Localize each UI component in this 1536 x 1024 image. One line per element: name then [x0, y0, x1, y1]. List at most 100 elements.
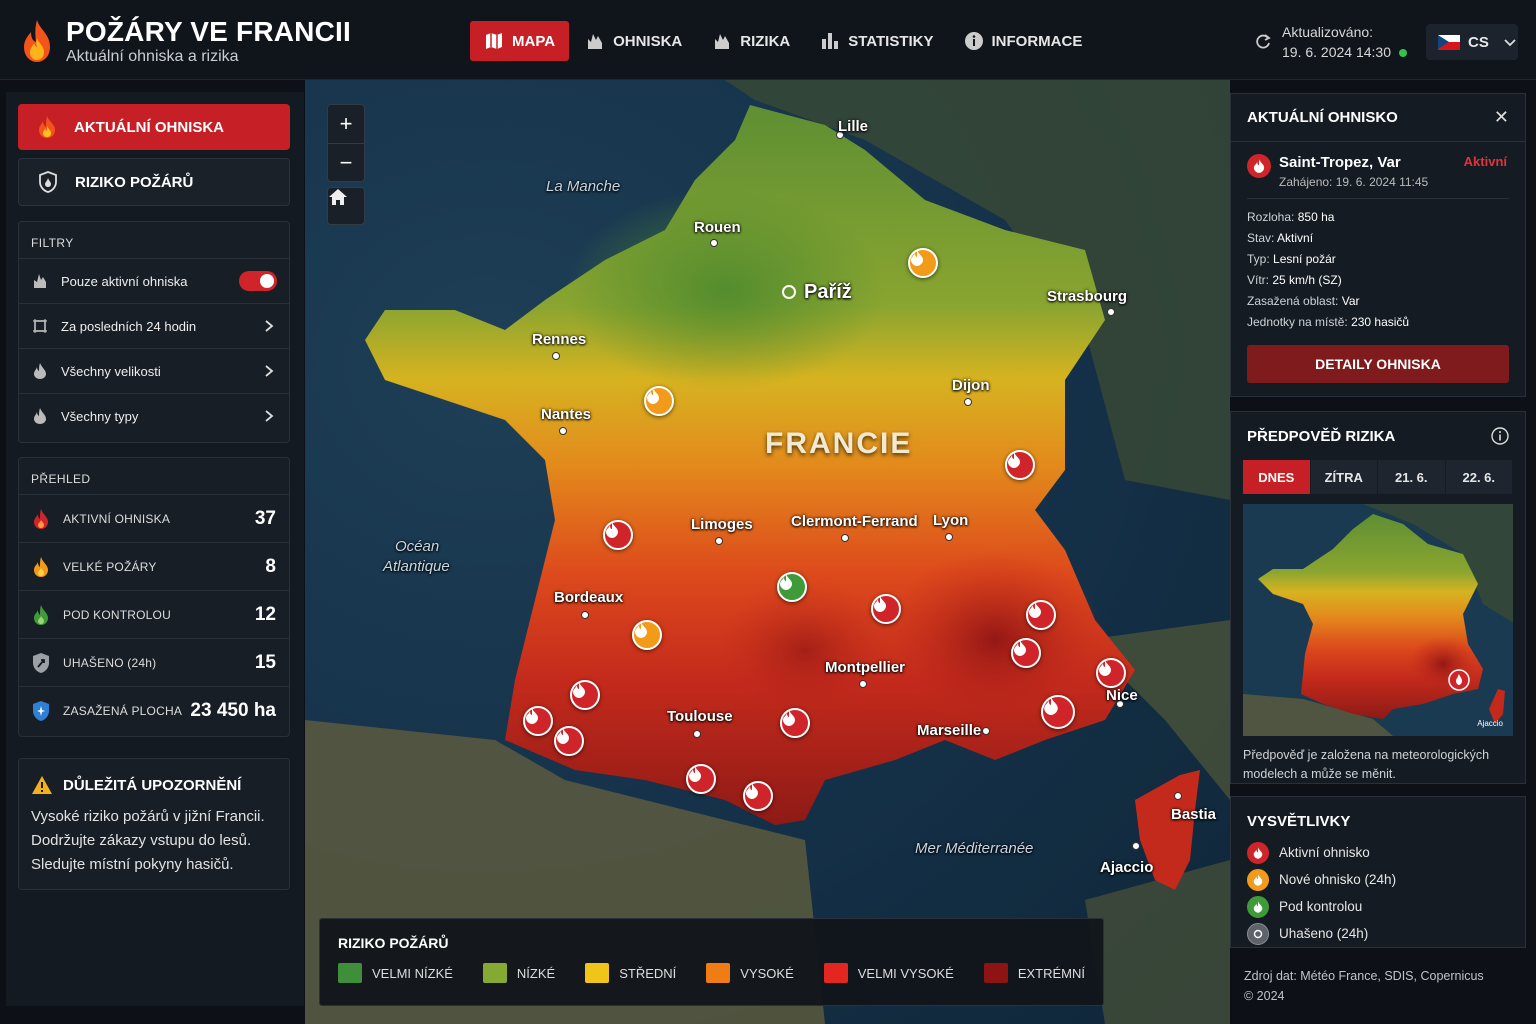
city-dot [982, 727, 990, 735]
tab-22-6[interactable]: 22. 6. [1445, 460, 1513, 494]
nav-info[interactable]: INFORMACE [950, 21, 1097, 61]
fire-marker-active[interactable] [554, 726, 584, 756]
fire-marker-active[interactable] [603, 520, 633, 550]
detail-row: Rozloha: 850 ha [1247, 207, 1509, 228]
home-view-button[interactable] [327, 187, 365, 225]
filters-panel: FILTRY Pouze aktivní ohniska Za poslední… [18, 221, 290, 443]
language-code: CS [1468, 33, 1489, 51]
city-dot [559, 427, 567, 435]
nav-hotspots[interactable]: OHNISKA [571, 21, 696, 61]
flame-icon [780, 574, 792, 590]
nav-statistics[interactable]: STATISTIKY [806, 21, 947, 61]
brand: POŽÁRY VE FRANCII Aktuální ohniska a riz… [18, 16, 351, 66]
fire-marker-active[interactable] [871, 594, 901, 624]
stat-large-fires-label: VELKÉ POŽÁRY [63, 559, 157, 574]
risk-legend-item: EXTRÉMNÍ [983, 963, 1086, 983]
city-label: Dijon [952, 377, 990, 394]
stat-large-fires: VELKÉ POŽÁRY 8 [19, 542, 289, 590]
flame-icon [783, 710, 795, 726]
nav-map[interactable]: MAPA [470, 21, 570, 61]
fire-marker-new[interactable] [632, 620, 662, 650]
flame-icon [635, 622, 647, 638]
risk-legend-label: EXTRÉMNÍ [1017, 965, 1086, 981]
close-icon[interactable]: ✕ [1494, 107, 1509, 128]
city-label: Lyon [933, 512, 969, 529]
fire-marker-new[interactable] [908, 248, 938, 278]
stat-under-control: POD KONTROLOU 12 [19, 590, 289, 638]
city-label: Montpellier [825, 659, 906, 676]
map-view[interactable]: La Manche Océan Atlantique Mer Méditerra… [305, 80, 1230, 1024]
forecast-minimap[interactable]: Ajaccio [1243, 504, 1513, 736]
info-icon [964, 32, 983, 50]
fire-marker-new[interactable] [644, 386, 674, 416]
extinguished-icon [1247, 922, 1269, 945]
shield-icon [39, 171, 57, 193]
legend-item-extinguished: Uhašeno (24h) [1231, 920, 1525, 947]
zoom-controls: + − [327, 104, 365, 182]
sea-label: Mer Méditerranée [915, 840, 1034, 857]
fire-marker-active[interactable] [780, 708, 810, 738]
legend-item-active: Aktivní ohnisko [1231, 839, 1525, 866]
filter-types[interactable]: Všechny typy [19, 393, 289, 438]
filter-types-label: Všechny typy [61, 408, 139, 424]
stat-extinguished-value: 15 [254, 651, 276, 673]
flame-icon [911, 250, 923, 266]
risk-legend: RIZIKO POŽÁRŮ VELMI NÍZKÉ NÍZKÉ STŘEDNÍ … [319, 918, 1104, 1006]
city-dot [841, 534, 849, 542]
refresh-icon[interactable] [1254, 33, 1272, 51]
fire-marker-active[interactable] [523, 706, 553, 736]
fire-risk-button[interactable]: RIZIKO POŽÁRŮ [18, 158, 290, 206]
city-label: Clermont-Ferrand [791, 513, 918, 530]
city-dot [581, 611, 589, 619]
flame-icon [746, 783, 758, 799]
current-hotspots-button[interactable]: AKTUÁLNÍ OHNISKA [18, 104, 290, 150]
detail-label: Typ: [1247, 252, 1270, 266]
risk-swatch [706, 963, 731, 983]
city-label: Rennes [532, 331, 587, 348]
bar-chart-icon [822, 33, 839, 49]
risk-legend-label: VELMI NÍZKÉ [372, 965, 453, 981]
flame-logo-icon [24, 20, 50, 62]
legend-label: Uhašeno (24h) [1279, 926, 1369, 941]
fire-details-button[interactable]: DETAILY OHNISKA [1247, 345, 1509, 383]
fire-marker-active[interactable] [686, 764, 716, 794]
filter-last-24h[interactable]: Za posledních 24 hodin [19, 303, 289, 348]
fire-marker-selected-saint-tropez[interactable] [1041, 695, 1075, 729]
country-label: FRANCIE [765, 427, 913, 460]
fire-detail-title: AKTUÁLNÍ OHNISKO [1247, 109, 1398, 126]
active-fire-icon [1247, 154, 1271, 178]
city-label: Nice [1106, 687, 1138, 704]
chevron-right-icon [265, 365, 274, 377]
tab-21-6[interactable]: 21. 6. [1378, 460, 1446, 494]
fire-marker-contained[interactable] [777, 572, 807, 602]
info-icon[interactable] [1491, 427, 1509, 445]
fire-marker-active[interactable] [1011, 638, 1041, 668]
active-only-toggle[interactable] [239, 271, 277, 291]
warning-icon [32, 776, 52, 794]
nav-risks[interactable]: RIZIKA [698, 21, 804, 61]
contained-fire-icon [1247, 895, 1269, 918]
fire-marker-active[interactable] [743, 781, 773, 811]
forecast-tabs: DNES ZÍTRA 21. 6. 22. 6. [1243, 460, 1513, 494]
risk-legend-item: VELMI VYSOKÉ [823, 963, 954, 983]
tab-tomorrow[interactable]: ZÍTRA [1310, 460, 1378, 494]
fire-marker-active[interactable] [570, 680, 600, 710]
zoom-out-button[interactable]: − [328, 143, 364, 181]
city-dot [1107, 308, 1115, 316]
overview-title: PŘEHLED [31, 472, 91, 486]
language-selector[interactable]: CS [1426, 24, 1518, 60]
zoom-in-button[interactable]: + [328, 105, 364, 143]
filter-active-only[interactable]: Pouze aktivní ohniska [19, 258, 289, 303]
map-canvas [305, 80, 1230, 1024]
stat-large-fires-value: 8 [265, 555, 276, 577]
fire-marker-active[interactable] [1096, 658, 1126, 688]
sea-label: La Manche [546, 178, 621, 195]
tab-today[interactable]: DNES [1243, 460, 1311, 494]
detail-value: Lesní požár [1273, 252, 1336, 266]
filter-sizes[interactable]: Všechny velikosti [19, 348, 289, 393]
time-range-icon [33, 319, 47, 333]
fire-marker-active[interactable] [1026, 600, 1056, 630]
city-dot [859, 680, 867, 688]
nav-hotspots-label: OHNISKA [613, 32, 683, 50]
fire-marker-active[interactable] [1005, 450, 1035, 480]
